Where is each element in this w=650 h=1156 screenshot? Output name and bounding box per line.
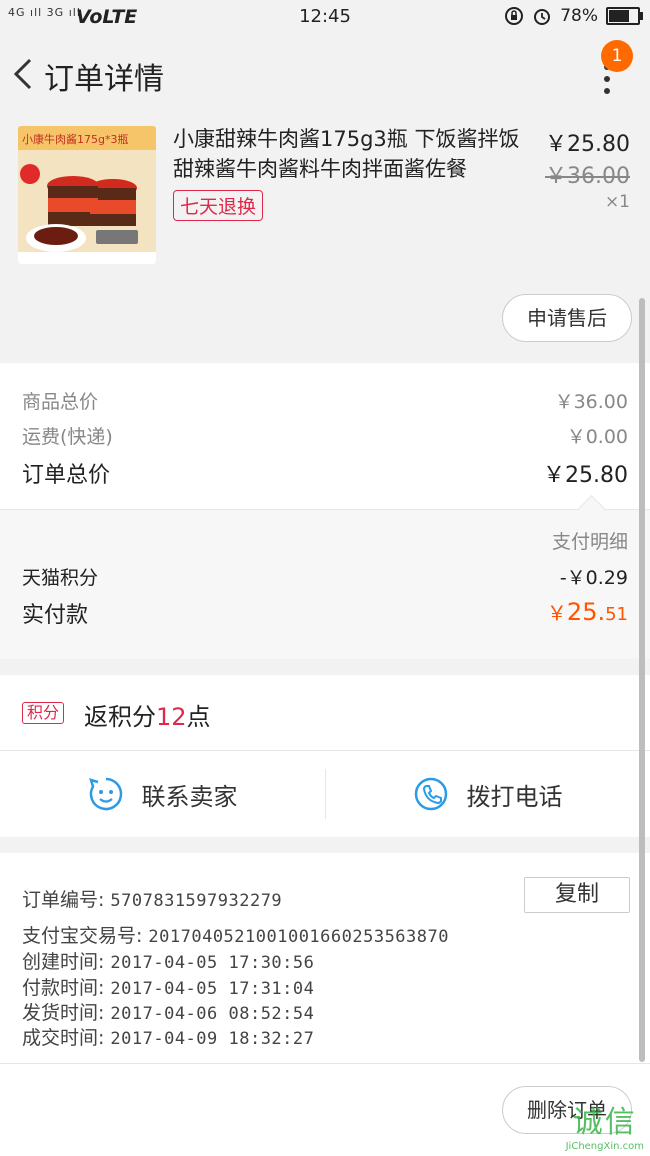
paid-time-value: 2017-04-05 17:31:04 xyxy=(110,979,315,999)
actual-paid-value: ￥25.51 xyxy=(547,597,628,629)
order-total-label: 订单总价 xyxy=(22,463,111,488)
battery-fill xyxy=(609,10,630,22)
order-total-value: ￥25.80 xyxy=(543,463,628,488)
section-gap xyxy=(0,659,650,675)
payment-detail-panel: 支付明细 天猫积分 -￥0.29 实付款 ￥25.51 xyxy=(0,509,650,659)
product-original-price: ￥36.00 xyxy=(545,164,630,189)
nav-header: 订单详情 1 xyxy=(0,34,650,120)
order-info: 订单编号: 5707831597932279 复制 支付宝交易号: 20170405… xyxy=(0,853,650,1063)
product-thumbnail[interactable]: 小康牛肉酱175g*3瓶 xyxy=(18,126,156,264)
bottom-action-bar: 删除订单 诚信 JiChengXin.com xyxy=(0,1063,650,1156)
watermark-url: JiChengXin.com xyxy=(565,1141,644,1152)
points-suffix: 点 xyxy=(186,703,211,731)
chat-smiley-icon xyxy=(88,777,122,811)
battery-percent: 78% xyxy=(560,6,598,26)
goods-total-value: ￥36.00 xyxy=(554,391,628,413)
shipping-label: 运费(快递) xyxy=(22,426,113,448)
watermark-text: 诚信 xyxy=(572,1105,637,1140)
created-time-label: 创建时间: xyxy=(22,951,105,973)
goods-total-row: 商品总价 ￥36.00 xyxy=(22,387,628,414)
shipped-time-label: 发货时间: xyxy=(22,1002,105,1024)
points-row: 积分 返积分12点 xyxy=(0,675,650,749)
created-time-value: 2017-04-05 17:30:56 xyxy=(110,953,315,973)
notification-badge[interactable]: 1 xyxy=(601,40,633,72)
shipping-row: 运费(快递) ￥0.00 xyxy=(22,422,628,449)
order-total-row: 订单总价 ￥25.80 xyxy=(22,457,628,489)
rotation-lock-icon xyxy=(505,7,524,25)
contact-bar: 联系卖家 拨打电话 xyxy=(0,750,650,838)
shipped-time-line: 发货时间: 2017-04-06 08:52:54 xyxy=(22,998,314,1025)
phone-icon xyxy=(414,777,447,811)
divider xyxy=(0,509,650,510)
actual-paid-dec: 51 xyxy=(605,604,628,625)
back-arrow-icon[interactable] xyxy=(6,54,46,94)
call-phone-button[interactable]: 拨打电话 xyxy=(325,751,650,837)
alipay-number-value[interactable]: 2017040521001001660253563870 xyxy=(148,927,449,947)
product-title[interactable]: 小康甜辣牛肉酱175g3瓶 下饭酱拌饭甜辣酱牛肉酱料牛肉拌面酱佐餐 xyxy=(173,124,528,184)
seven-day-return-tag: 七天退换 xyxy=(173,190,264,221)
product-card[interactable]: 小康牛肉酱175g*3瓶 小康甜辣牛肉酱175g3瓶 下饭酱拌饭甜辣酱牛肉酱料牛… xyxy=(0,120,650,363)
actual-paid-row: 实付款 ￥25.51 xyxy=(22,597,628,629)
tmall-points-value: -￥0.29 xyxy=(559,567,628,589)
goods-total-label: 商品总价 xyxy=(22,391,99,413)
completed-time-label: 成交时间: xyxy=(22,1027,105,1049)
completed-time-line: 成交时间: 2017-04-09 18:32:27 xyxy=(22,1023,314,1050)
alipay-number-line: 支付宝交易号: 2017040521001001660253563870 xyxy=(22,921,449,948)
tmall-points-label: 天猫积分 xyxy=(22,567,99,589)
order-number-line: 订单编号: 5707831597932279 xyxy=(22,885,282,912)
battery-icon xyxy=(606,7,643,25)
shipping-value: ￥0.00 xyxy=(566,426,628,448)
watermark-logo: 诚信 JiChengXin.com xyxy=(566,1097,644,1152)
points-tag: 积分 xyxy=(22,702,65,724)
tmall-points-row: 天猫积分 -￥0.29 xyxy=(22,563,628,590)
status-bar: 4G ıll 3G ıll VoLTE 12:45 78% xyxy=(0,0,650,34)
thumbnail-caption: 小康牛肉酱175g*3瓶 xyxy=(22,132,128,146)
shipped-time-value: 2017-04-06 08:52:54 xyxy=(110,1004,315,1024)
price-summary: 商品总价 ￥36.00 运费(快递) ￥0.00 订单总价 ￥25.80 支付明… xyxy=(0,363,650,659)
section-gap xyxy=(0,837,650,853)
actual-paid-int: 25. xyxy=(566,598,606,626)
apply-after-sale-button[interactable]: 申请售后 xyxy=(502,294,632,342)
completed-time-value: 2017-04-09 18:32:27 xyxy=(110,1029,315,1049)
points-amount: 12 xyxy=(156,703,187,731)
order-number-label: 订单编号: xyxy=(22,889,105,911)
points-text: 返积分12点 xyxy=(84,697,211,732)
payment-detail-row: 支付明细 xyxy=(22,527,628,554)
alipay-number-label: 支付宝交易号: xyxy=(22,925,143,947)
paid-time-label: 付款时间: xyxy=(22,977,105,999)
points-prefix: 返积分 xyxy=(84,703,156,731)
copy-button[interactable]: 复制 xyxy=(524,877,630,913)
order-number-value[interactable]: 5707831597932279 xyxy=(110,891,282,911)
paid-time-line: 付款时间: 2017-04-05 17:31:04 xyxy=(22,973,314,1000)
status-right: 78% xyxy=(504,6,643,26)
payment-detail-label: 支付明细 xyxy=(551,531,628,553)
alarm-icon xyxy=(534,9,551,25)
actual-paid-currency: ￥ xyxy=(546,601,567,625)
product-price: ￥25.80 xyxy=(545,132,630,157)
scrollbar[interactable] xyxy=(639,298,645,1062)
created-time-line: 创建时间: 2017-04-05 17:30:56 xyxy=(22,947,314,974)
contact-seller-button[interactable]: 联系卖家 xyxy=(0,751,325,837)
product-quantity: ×1 xyxy=(604,192,630,212)
page-title: 订单详情 xyxy=(44,62,164,97)
call-phone-label: 拨打电话 xyxy=(466,782,563,811)
actual-paid-label: 实付款 xyxy=(22,603,89,628)
contact-seller-label: 联系卖家 xyxy=(141,782,238,811)
